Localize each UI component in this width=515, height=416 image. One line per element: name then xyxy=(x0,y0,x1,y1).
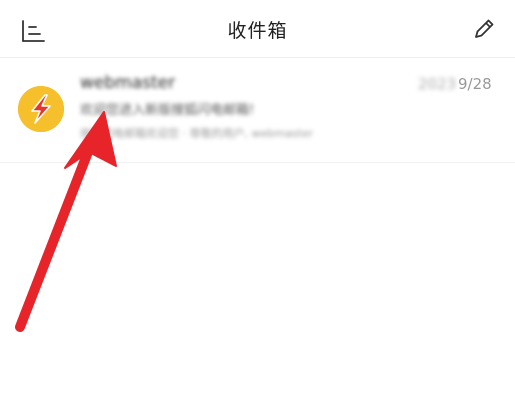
mail-date-year: 2023 xyxy=(418,75,457,93)
row-divider xyxy=(0,162,515,163)
page-title: 收件箱 xyxy=(227,20,288,42)
pencil-icon[interactable] xyxy=(471,16,497,42)
mail-app-screen: 收件箱 webmaster 2023 9/28 欢迎您进入新版搜狐闪电邮箱! 搜… xyxy=(0,0,515,416)
mail-preview: 搜狐闪电邮箱欢迎您 · 尊敬的用户, webmaster xyxy=(80,127,314,140)
top-navigation-bar: 收件箱 xyxy=(0,0,515,58)
lightning-bolt-icon xyxy=(18,86,64,132)
annotation-arrow-shaft xyxy=(15,147,93,332)
mail-sender: webmaster xyxy=(80,73,176,93)
mail-subject: 欢迎您进入新版搜狐闪电邮箱! xyxy=(80,103,255,118)
mail-list-item[interactable]: webmaster 2023 9/28 欢迎您进入新版搜狐闪电邮箱! 搜狐闪电邮… xyxy=(0,58,515,163)
mail-date: 9/28 xyxy=(458,75,492,93)
